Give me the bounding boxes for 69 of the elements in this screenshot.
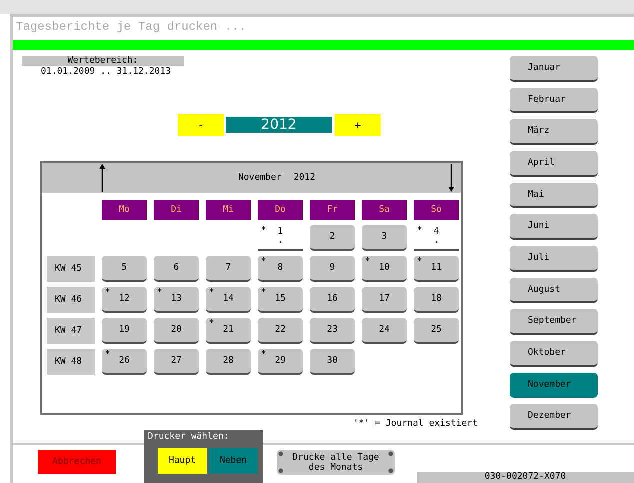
month-button[interactable]: Februar [510,88,598,114]
printer-option[interactable]: Haupt [158,448,207,474]
week-number: KW 47 [47,318,95,344]
calendar-year: 2012 [294,173,316,183]
day-button[interactable]: 2 [310,225,355,251]
day-button[interactable]: * 1 . [258,225,303,251]
day-button[interactable]: 18 [414,287,459,313]
day-button[interactable]: * 12 [102,287,147,313]
day-button[interactable]: 20 [154,318,199,344]
printer-option[interactable]: Neben [209,448,258,474]
day-button[interactable]: * 29 [258,349,303,375]
day-button[interactable]: 27 [154,349,199,375]
week-number: KW 45 [47,256,95,282]
day-button[interactable]: 6 [154,256,199,282]
print-all-button[interactable]: Drucke alle Tage des Monats [277,450,395,475]
arrow-down-icon[interactable] [448,164,455,192]
day-button[interactable]: 22 [258,318,303,344]
month-button[interactable]: September [510,309,598,336]
status-code: 030-002072-X070 [417,472,634,483]
day-button[interactable]: 9 [310,256,355,282]
printer-label: Drucker wählen: [147,431,230,444]
range-value: 01.01.2009 .. 31.12.2013 [41,66,172,78]
day-button[interactable]: 28 [206,349,251,375]
arrow-up-icon[interactable] [99,164,106,192]
month-button[interactable]: April [510,151,598,177]
day-button[interactable]: 3 [362,225,407,251]
day-button[interactable]: * 10 [362,256,407,282]
day-button[interactable]: 30 [310,349,355,375]
month-button[interactable]: Juni [510,214,598,240]
day-button[interactable]: 16 [310,287,355,313]
day-button[interactable]: 7 [206,256,251,282]
day-button[interactable]: 17 [362,287,407,313]
month-button[interactable]: Oktober [510,341,598,367]
day-button[interactable]: * 21 [206,318,251,344]
increment-button[interactable]: + [335,114,381,136]
month-button[interactable]: Mai [510,182,598,208]
weekday-header: Mi [206,200,251,220]
calendar-month: November [238,173,282,183]
day-button[interactable]: 19 [102,318,147,344]
range-label: Wertebereich: [22,56,184,66]
month-button[interactable]: Januar [510,56,598,82]
day-button[interactable]: * 8 [258,256,303,282]
month-button[interactable]: August [510,278,598,304]
month-button[interactable]: Dezember [510,404,598,430]
window-title: Tagesberichte je Tag drucken ... [15,19,248,36]
day-button[interactable]: 25 [414,318,459,344]
weekday-header: Fr [310,200,355,220]
week-number: KW 46 [47,287,95,313]
day-button[interactable]: * 14 [206,287,251,313]
day-button[interactable]: * 13 [154,287,199,313]
legend-text: '*' = Journal existiert [352,418,478,430]
day-button[interactable]: * 4 . [414,225,459,251]
year-display: 2012 [226,117,332,133]
day-button[interactable]: 24 [362,318,407,344]
weekday-header: Mo [102,200,147,220]
weekday-header: Sa [362,200,407,220]
week-number: KW 48 [47,349,95,375]
month-button[interactable]: Juli [510,246,598,272]
decrement-button[interactable]: - [178,114,224,136]
day-button[interactable]: * 15 [258,287,303,313]
day-button[interactable]: * 11 [414,256,459,282]
weekday-header: So [414,200,459,220]
month-button[interactable]: November [510,372,598,398]
day-button[interactable]: * 26 [102,349,147,375]
day-button[interactable]: 23 [310,318,355,344]
month-button[interactable]: März [510,119,598,146]
weekday-header: Di [154,200,199,220]
weekday-header: Do [258,200,303,220]
day-button[interactable]: 5 [102,256,147,282]
